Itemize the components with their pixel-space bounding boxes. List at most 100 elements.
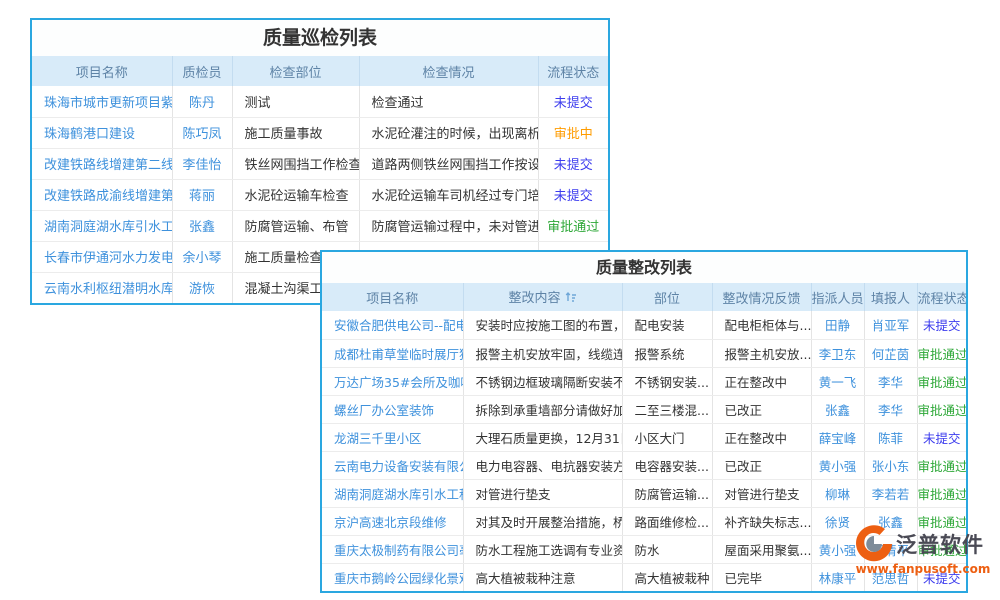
cell-project[interactable]: 京沪高速北京段维修 bbox=[322, 507, 463, 535]
cell-content: 对其及时开展整治措施，桥头... bbox=[463, 507, 622, 535]
cell-project[interactable]: 改建铁路线增建第二线... bbox=[32, 148, 172, 179]
cell-project[interactable]: 安徽合肥供电公司--配电设备... bbox=[322, 311, 463, 339]
cell-inspector[interactable]: 余小琴 bbox=[172, 241, 232, 272]
cell-part: 电容器安装... bbox=[622, 451, 712, 479]
cell-part: 二至三楼混... bbox=[622, 395, 712, 423]
cell-project[interactable]: 珠海鹤港口建设 bbox=[32, 117, 172, 148]
cell-content: 不锈钢边框玻璃隔断安装不牢... bbox=[463, 367, 622, 395]
cell-feedback: 已改正 bbox=[712, 395, 811, 423]
column-header-label: 流程状态 bbox=[918, 292, 967, 307]
cell-situation: 水泥砼运输车司机经过专门培训... bbox=[359, 179, 538, 210]
cell-inspector[interactable]: 张鑫 bbox=[172, 210, 232, 241]
sort-icon[interactable] bbox=[565, 291, 577, 307]
cell-inspector[interactable]: 李佳怡 bbox=[172, 148, 232, 179]
cell-part: 水泥砼运输车检查 bbox=[232, 179, 359, 210]
cell-project[interactable]: 云南电力设备安装有限公司20... bbox=[322, 451, 463, 479]
watermark-brand: 泛普软件 bbox=[896, 529, 984, 559]
cell-project[interactable]: 长春市伊通河水力发电... bbox=[32, 241, 172, 272]
column-header: 质检员 bbox=[172, 56, 232, 86]
cell-inspector[interactable]: 游恢 bbox=[172, 272, 232, 303]
cell-reporter[interactable]: 何芷茵 bbox=[864, 339, 917, 367]
status-badge: 审批通过 bbox=[917, 395, 966, 423]
column-header: 部位 bbox=[622, 283, 712, 311]
column-header-label: 检查情况 bbox=[422, 66, 474, 81]
cell-project[interactable]: 螺丝厂办公室装饰 bbox=[322, 395, 463, 423]
cell-inspector[interactable]: 陈巧凤 bbox=[172, 117, 232, 148]
column-header-label: 填报人 bbox=[871, 292, 910, 307]
cell-project[interactable]: 重庆市鹅岭公园绿化景观提升... bbox=[322, 563, 463, 591]
cell-feedback: 报警主机安放... bbox=[712, 339, 811, 367]
column-header-sortable[interactable]: 整改内容 bbox=[463, 283, 622, 311]
column-header: 填报人 bbox=[864, 283, 917, 311]
status-badge: 未提交 bbox=[538, 179, 608, 210]
cell-feedback: 对管进行垫支 bbox=[712, 479, 811, 507]
cell-reporter[interactable]: 李华 bbox=[864, 395, 917, 423]
cell-feedback: 已改正 bbox=[712, 451, 811, 479]
table-row: 龙湖三千里小区大理石质量更换，12月31日之...小区大门正在整改中薛宝峰陈菲未… bbox=[322, 423, 966, 451]
status-badge: 审批通过 bbox=[538, 210, 608, 241]
cell-reporter[interactable]: 李华 bbox=[864, 367, 917, 395]
column-header-label: 整改内容 bbox=[508, 291, 560, 306]
cell-part: 路面维修检... bbox=[622, 507, 712, 535]
column-header-label: 项目名称 bbox=[366, 292, 418, 307]
cell-project[interactable]: 龙湖三千里小区 bbox=[322, 423, 463, 451]
cell-content: 报警主机安放牢固，线缆连接... bbox=[463, 339, 622, 367]
cell-project[interactable]: 成都杜甫草堂临时展厅独立展... bbox=[322, 339, 463, 367]
cell-project[interactable]: 改建铁路成渝线增建第... bbox=[32, 179, 172, 210]
table-row: 湖南洞庭湖水库引水工程施工标对管进行垫支防腐管运输...对管进行垫支柳琳李若若审… bbox=[322, 479, 966, 507]
table-row: 成都杜甫草堂临时展厅独立展...报警主机安放牢固，线缆连接...报警系统报警主机… bbox=[322, 339, 966, 367]
cell-project[interactable]: 云南水利枢纽潜明水库... bbox=[32, 272, 172, 303]
cell-content: 大理石质量更换，12月31日之... bbox=[463, 423, 622, 451]
cell-assignee[interactable]: 黄小强 bbox=[811, 451, 864, 479]
cell-assignee[interactable]: 柳琳 bbox=[811, 479, 864, 507]
cell-reporter[interactable]: 张小东 bbox=[864, 451, 917, 479]
fanpu-watermark: 泛普软件 www.fanpusoft.com bbox=[854, 524, 992, 576]
inspection-header-row: 项目名称质检员检查部位检查情况流程状态 bbox=[32, 56, 608, 86]
cell-assignee[interactable]: 张鑫 bbox=[811, 395, 864, 423]
cell-content: 防水工程施工选调有专业资质... bbox=[463, 535, 622, 563]
cell-assignee[interactable]: 李卫东 bbox=[811, 339, 864, 367]
cell-feedback: 屋面采用聚氨... bbox=[712, 535, 811, 563]
cell-situation: 检查通过 bbox=[359, 86, 538, 117]
column-header-label: 质检员 bbox=[182, 66, 221, 81]
table-row: 螺丝厂办公室装饰拆除到承重墙部分请做好加固...二至三楼混...已改正张鑫李华审… bbox=[322, 395, 966, 423]
cell-project[interactable]: 万达广场35#会所及咖啡厅空... bbox=[322, 367, 463, 395]
cell-situation: 道路两侧铁丝网围挡工作按设计... bbox=[359, 148, 538, 179]
cell-reporter[interactable]: 陈菲 bbox=[864, 423, 917, 451]
cell-situation: 防腐管运输过程中，未对管进行... bbox=[359, 210, 538, 241]
column-header: 检查情况 bbox=[359, 56, 538, 86]
cell-content: 高大植被栽种注意 bbox=[463, 563, 622, 591]
column-header-label: 流程状态 bbox=[547, 66, 599, 81]
table-row: 安徽合肥供电公司--配电设备...安装时应按施工图的布置，将...配电安装配电柜… bbox=[322, 311, 966, 339]
column-header: 项目名称 bbox=[322, 283, 463, 311]
cell-inspector[interactable]: 陈丹 bbox=[172, 86, 232, 117]
status-badge: 审批通过 bbox=[917, 339, 966, 367]
status-badge: 未提交 bbox=[538, 86, 608, 117]
cell-project[interactable]: 珠海市城市更新项目紫... bbox=[32, 86, 172, 117]
cell-part: 防腐管运输... bbox=[622, 479, 712, 507]
cell-project[interactable]: 湖南洞庭湖水库引水工程施工标 bbox=[322, 479, 463, 507]
column-header: 流程状态 bbox=[917, 283, 966, 311]
cell-project[interactable]: 湖南洞庭湖水库引水工... bbox=[32, 210, 172, 241]
status-badge: 审批中 bbox=[538, 117, 608, 148]
cell-assignee[interactable]: 田静 bbox=[811, 311, 864, 339]
status-badge: 未提交 bbox=[917, 311, 966, 339]
column-header: 项目名称 bbox=[32, 56, 172, 86]
cell-feedback: 配电柜柜体与... bbox=[712, 311, 811, 339]
cell-feedback: 正在整改中 bbox=[712, 367, 811, 395]
status-badge: 审批通过 bbox=[917, 367, 966, 395]
cell-content: 电力电容器、电抗器安装方案,... bbox=[463, 451, 622, 479]
cell-inspector[interactable]: 蒋丽 bbox=[172, 179, 232, 210]
cell-feedback: 正在整改中 bbox=[712, 423, 811, 451]
table-row: 珠海鹤港口建设陈巧凤施工质量事故水泥砼灌注的时候，出现离析现象审批中 bbox=[32, 117, 608, 148]
table-row: 万达广场35#会所及咖啡厅空...不锈钢边框玻璃隔断安装不牢...不锈钢安装..… bbox=[322, 367, 966, 395]
cell-part: 防腐管运输、布管 bbox=[232, 210, 359, 241]
watermark-url: www.fanpusoft.com bbox=[854, 562, 992, 576]
cell-reporter[interactable]: 肖亚军 bbox=[864, 311, 917, 339]
cell-project[interactable]: 重庆太极制药有限公司亳州中... bbox=[322, 535, 463, 563]
column-header-label: 指派人员 bbox=[812, 292, 864, 307]
cell-assignee[interactable]: 薛宝峰 bbox=[811, 423, 864, 451]
cell-assignee[interactable]: 黄一飞 bbox=[811, 367, 864, 395]
cell-reporter[interactable]: 李若若 bbox=[864, 479, 917, 507]
status-badge: 未提交 bbox=[538, 148, 608, 179]
